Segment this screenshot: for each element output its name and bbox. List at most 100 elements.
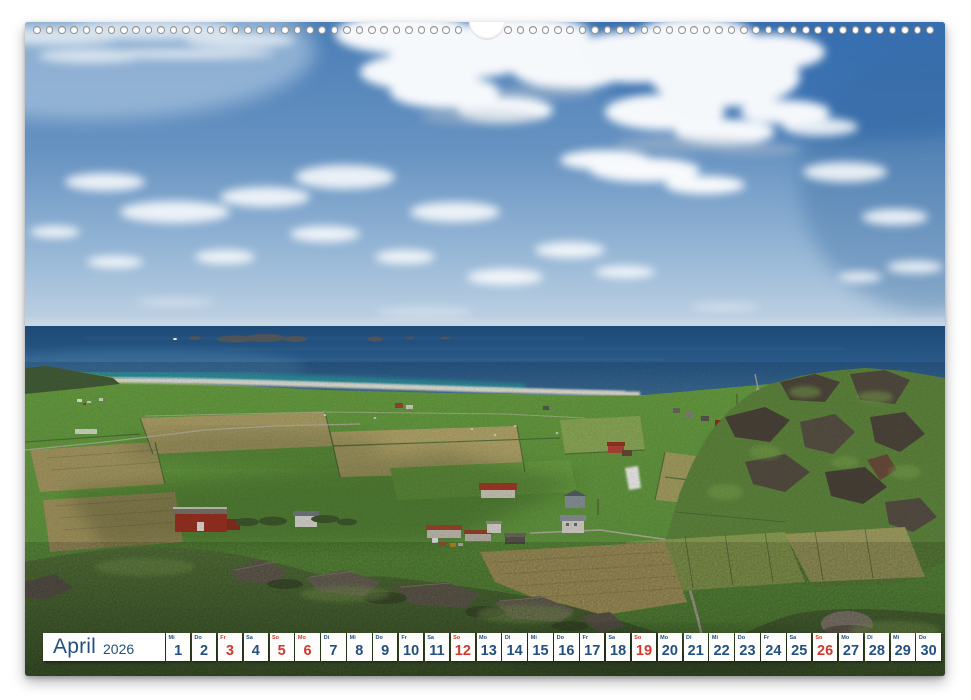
- day-cell: Mo 27: [839, 633, 863, 661]
- binding-hole: [170, 26, 178, 34]
- binding-hole: [852, 26, 860, 34]
- binding-hole: [405, 26, 413, 34]
- day-cell: Mi 22: [709, 633, 733, 661]
- calendar-strip: April 2026 Mi 1 Do 2 Fr 3 Sa 4 So 5 Mo 6…: [25, 633, 945, 661]
- binding-hole: [740, 26, 748, 34]
- binding-hole: [790, 26, 798, 34]
- day-cell: Fr 24: [761, 633, 785, 661]
- binding-hole: [827, 26, 835, 34]
- day-weekday-label: Do: [376, 635, 383, 641]
- binding-hole: [256, 26, 264, 34]
- binding-hole: [281, 26, 289, 34]
- day-number: 6: [295, 643, 319, 659]
- binding-hole: [653, 26, 661, 34]
- binding-hole: [343, 26, 351, 34]
- day-cell: Do 30: [916, 633, 940, 661]
- binding-hole: [914, 26, 922, 34]
- binding-hole: [430, 26, 438, 34]
- binding-hole: [715, 26, 723, 34]
- day-cell: Sa 4: [244, 633, 268, 661]
- day-number: 21: [684, 643, 708, 659]
- day-cell: Sa 25: [787, 633, 811, 661]
- binding-hole: [306, 26, 314, 34]
- binding-hole: [802, 26, 810, 34]
- binding-hole: [765, 26, 773, 34]
- day-cell: Mo 20: [658, 633, 682, 661]
- day-weekday-label: Fr: [401, 635, 407, 641]
- day-number: 24: [761, 643, 785, 659]
- binding-hole: [579, 26, 587, 34]
- binding-hole: [889, 26, 897, 34]
- calendar-sheet: April 2026 Mi 1 Do 2 Fr 3 Sa 4 So 5 Mo 6…: [25, 22, 945, 676]
- binding-hole: [641, 26, 649, 34]
- day-cell: Fr 17: [580, 633, 604, 661]
- binding-hole: [690, 26, 698, 34]
- day-weekday-label: Do: [919, 635, 926, 641]
- day-number: 3: [218, 643, 242, 659]
- day-cell: Sa 18: [606, 633, 630, 661]
- day-number: 10: [399, 643, 423, 659]
- year-label: 2026: [103, 638, 134, 657]
- binding-hole: [864, 26, 872, 34]
- day-weekday-label: Do: [557, 635, 564, 641]
- day-cell: So 12: [451, 633, 475, 661]
- binding-hole: [182, 26, 190, 34]
- day-number: 4: [244, 643, 268, 659]
- binding-hole: [876, 26, 884, 34]
- binding-hole: [244, 26, 252, 34]
- day-weekday-label: Mo: [479, 635, 487, 641]
- binding-hole: [356, 26, 364, 34]
- day-weekday-label: Do: [738, 635, 745, 641]
- day-weekday-label: Sa: [608, 635, 615, 641]
- day-weekday-label: Mi: [350, 635, 356, 641]
- day-number: 18: [606, 643, 630, 659]
- binding-hole: [219, 26, 227, 34]
- day-number: 29: [891, 643, 915, 659]
- day-cell: Di 14: [502, 633, 526, 661]
- binding-hole: [331, 26, 339, 34]
- day-number: 8: [347, 643, 371, 659]
- day-weekday-label: Mo: [660, 635, 668, 641]
- day-weekday-label: Fr: [220, 635, 226, 641]
- binding-hole: [120, 26, 128, 34]
- day-cell: So 19: [632, 633, 656, 661]
- day-weekday-label: Sa: [246, 635, 253, 641]
- binding-hole: [318, 26, 326, 34]
- day-number: 12: [451, 643, 475, 659]
- binding-hole: [157, 26, 165, 34]
- day-cell: Do 2: [192, 633, 216, 661]
- binding-hole: [926, 26, 934, 34]
- day-number: 9: [373, 643, 397, 659]
- day-number: 11: [425, 643, 449, 659]
- binding-hole: [604, 26, 612, 34]
- binding-hole: [145, 26, 153, 34]
- binding-hole: [728, 26, 736, 34]
- binding-hole: [455, 26, 463, 34]
- binding-hole: [616, 26, 624, 34]
- day-cell: Mo 13: [477, 633, 501, 661]
- day-number: 27: [839, 643, 863, 659]
- month-title-box: April 2026: [43, 633, 165, 661]
- day-cell: Di 28: [865, 633, 889, 661]
- day-number: 7: [321, 643, 345, 659]
- binding-hole: [194, 26, 202, 34]
- binding-hole: [566, 26, 574, 34]
- day-cell: Mi 29: [891, 633, 915, 661]
- day-weekday-label: Sa: [427, 635, 434, 641]
- day-number: 15: [528, 643, 552, 659]
- binding-hole: [839, 26, 847, 34]
- day-cell: Fr 3: [218, 633, 242, 661]
- day-number: 23: [735, 643, 759, 659]
- day-number: 20: [658, 643, 682, 659]
- binding-hole: [542, 26, 550, 34]
- binding-hole: [132, 26, 140, 34]
- binding-hole: [529, 26, 537, 34]
- binding-hole: [232, 26, 240, 34]
- day-number: 28: [865, 643, 889, 659]
- day-cell: Mi 1: [166, 633, 190, 661]
- month-label: April: [53, 635, 96, 659]
- day-weekday-label: Fr: [583, 635, 589, 641]
- day-cell: Do 9: [373, 633, 397, 661]
- binding-hole: [70, 26, 78, 34]
- day-cell: So 5: [270, 633, 294, 661]
